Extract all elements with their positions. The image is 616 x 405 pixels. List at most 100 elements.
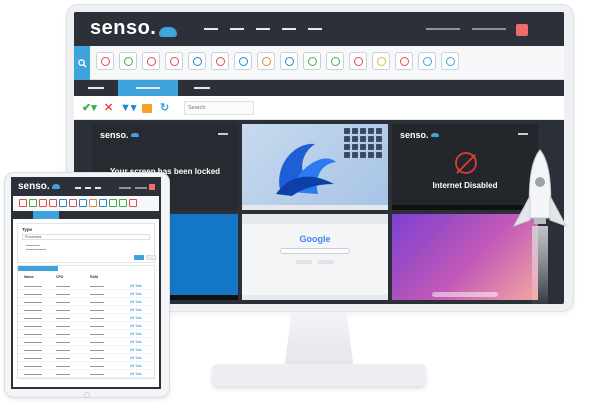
nav-item[interactable] — [256, 28, 270, 30]
search-input[interactable] — [184, 101, 254, 115]
document-icon[interactable] — [29, 199, 37, 207]
user-menu-item[interactable] — [135, 187, 147, 189]
kill-task-link[interactable]: Kill Task — [130, 348, 142, 352]
brand-logo[interactable]: senso. — [18, 181, 60, 192]
table-row: Kill Task — [18, 338, 154, 346]
refresh-icon[interactable]: ↻ — [160, 102, 169, 114]
kill-task-link[interactable]: Kill Task — [130, 364, 142, 368]
nav-item[interactable] — [230, 28, 244, 30]
image-icon[interactable] — [59, 199, 67, 207]
table-row: Kill Task — [18, 306, 154, 314]
close-window-icon[interactable] — [211, 52, 229, 70]
nav-item[interactable] — [204, 28, 218, 30]
tile-logo: senso. — [100, 130, 139, 140]
shield-icon[interactable] — [418, 52, 436, 70]
filter-icon[interactable]: ▼▾ — [120, 102, 136, 114]
user-menu-item[interactable] — [472, 28, 506, 30]
usb-icon[interactable] — [129, 199, 137, 207]
screen-thumbnail-google[interactable]: Google — [242, 214, 388, 300]
check-icon[interactable]: ✔▾ — [82, 102, 97, 114]
tile-logo: senso. — [400, 130, 439, 140]
globe-icon[interactable] — [165, 52, 183, 70]
product-illustration: senso. ✔▾ ✕ ▼▾ ↻ Search senso. Your scre… — [0, 0, 616, 405]
file-icon[interactable] — [99, 199, 107, 207]
login-icon[interactable] — [234, 52, 252, 70]
block-icon[interactable] — [19, 199, 27, 207]
google-search-button — [296, 260, 312, 264]
nav-item[interactable] — [75, 187, 81, 189]
document-icon[interactable] — [119, 52, 137, 70]
rocket-icon[interactable] — [326, 52, 344, 70]
file-icon[interactable] — [280, 52, 298, 70]
kill-task-link[interactable]: Kill Task — [130, 372, 142, 376]
tab-item[interactable] — [186, 80, 220, 96]
google-logo: Google — [299, 234, 331, 244]
nav-item[interactable] — [85, 187, 91, 189]
note-icon[interactable] — [372, 52, 390, 70]
kill-task-link[interactable]: Kill Task — [130, 332, 142, 336]
warning-icon[interactable] — [395, 52, 413, 70]
export-icon[interactable] — [142, 104, 152, 113]
table-tab[interactable] — [18, 266, 58, 271]
table-row: Kill Task — [18, 346, 154, 354]
kill-task-link[interactable]: Kill Task — [130, 316, 142, 320]
tab-item-active[interactable] — [33, 211, 59, 219]
main-nav — [204, 28, 322, 30]
kill-task-link[interactable]: Kill Task — [130, 308, 142, 312]
brand-logo[interactable]: senso. — [90, 17, 178, 40]
user-menu-item[interactable] — [119, 187, 131, 189]
type-label: Type — [22, 227, 33, 232]
screen-thumbnail-windows11[interactable] — [242, 124, 388, 210]
tab-bar — [13, 211, 159, 219]
kill-task-link[interactable]: Kill Task — [130, 292, 142, 296]
close-window-icon[interactable] — [69, 199, 77, 207]
tab-item-active[interactable] — [118, 80, 178, 96]
image-icon[interactable] — [188, 52, 206, 70]
monitor-stand-neck — [284, 312, 354, 366]
usb-icon[interactable] — [349, 52, 367, 70]
kill-task-link[interactable]: Kill Task — [130, 340, 142, 344]
column-header-ram: RAM — [90, 275, 98, 279]
globe-icon[interactable] — [49, 199, 57, 207]
search-button[interactable] — [74, 46, 90, 80]
settings-icon[interactable] — [303, 52, 321, 70]
tablet-screen: senso. Type Processes Name CPU RAM Kill … — [11, 177, 161, 389]
browser-tab-bar — [242, 214, 388, 224]
screenshot-icon[interactable] — [441, 52, 459, 70]
nav-item[interactable] — [282, 28, 296, 30]
user-menu-item[interactable] — [426, 28, 460, 30]
submit-button[interactable] — [134, 255, 144, 260]
cancel-button[interactable] — [146, 255, 156, 260]
no-internet-icon[interactable] — [39, 199, 47, 207]
block-icon[interactable] — [96, 52, 114, 70]
settings-icon[interactable] — [109, 199, 117, 207]
taskbar — [242, 295, 388, 300]
kill-task-link[interactable]: Kill Task — [130, 300, 142, 304]
nav-item[interactable] — [95, 187, 101, 189]
table-row: Kill Task — [18, 370, 154, 378]
logout-button[interactable] — [516, 24, 528, 36]
no-internet-icon[interactable] — [142, 52, 160, 70]
kill-task-link[interactable]: Kill Task — [130, 284, 142, 288]
dock — [432, 292, 498, 297]
action-bar: ✔▾ ✕ ▼▾ ↻ — [74, 96, 564, 120]
kill-task-link[interactable]: Kill Task — [130, 324, 142, 328]
nav-item[interactable] — [308, 28, 322, 30]
brand-name: senso. — [90, 17, 157, 39]
type-select[interactable]: Processes — [22, 234, 150, 240]
logout-button[interactable] — [149, 184, 155, 190]
send-icon[interactable] — [257, 52, 275, 70]
blocked-icon — [455, 152, 477, 174]
rocket-icon[interactable] — [119, 199, 127, 207]
close-icon[interactable]: ✕ — [104, 102, 113, 114]
rocket-icon — [512, 149, 568, 308]
google-search-box — [280, 248, 350, 254]
login-icon[interactable] — [79, 199, 87, 207]
column-header-cpu: CPU — [56, 275, 64, 279]
tab-item[interactable] — [80, 80, 114, 96]
feature-toolbar — [74, 46, 564, 80]
search-icon — [77, 58, 87, 68]
kill-task-link[interactable]: Kill Task — [130, 356, 142, 360]
send-icon[interactable] — [89, 199, 97, 207]
main-nav — [75, 187, 101, 189]
